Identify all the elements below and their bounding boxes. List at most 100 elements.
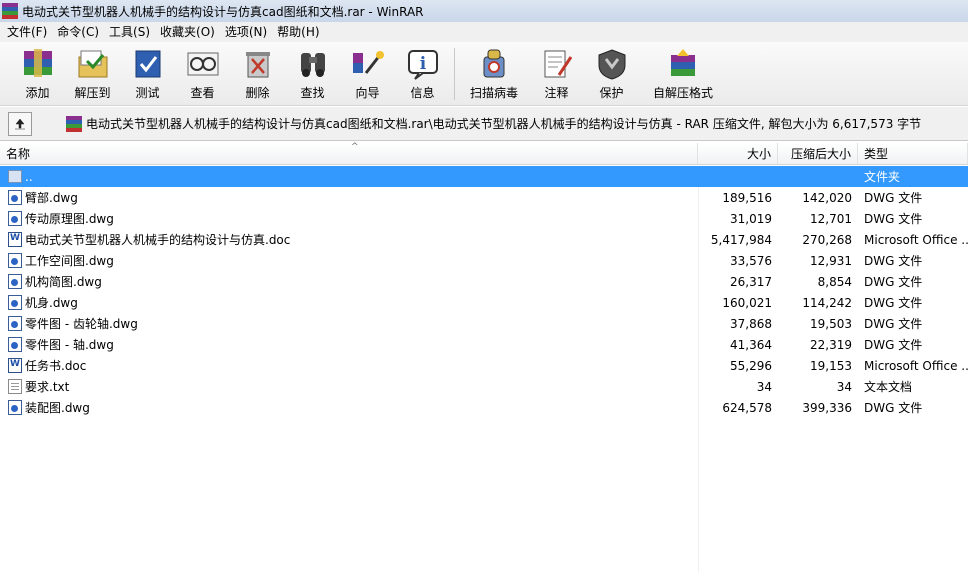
virus-scan-label: 扫描病毒	[469, 86, 518, 100]
file-size: 189,516	[722, 190, 772, 205]
column-header-type[interactable]: 类型	[858, 143, 968, 165]
file-name: 要求.txt	[25, 380, 70, 394]
file-row[interactable]: 机构简图.dwg 26,317 8,854 DWG 文件	[0, 271, 968, 292]
file-name-cell: 臂部.dwg	[0, 189, 698, 206]
view-button[interactable]: 查看	[175, 42, 230, 102]
file-packed-size: 8,854	[817, 274, 852, 289]
column-size-label: 大小	[746, 147, 771, 161]
file-type: Microsoft Office ...	[864, 358, 968, 373]
file-name-cell: 零件图 - 齿轮轴.dwg	[0, 315, 698, 332]
menu-favorites[interactable]: 收藏夹(O)	[155, 22, 220, 42]
column-header-name[interactable]: 名称 ^	[0, 142, 698, 165]
menu-bar: 文件(F) 命令(C) 工具(S) 收藏夹(O) 选项(N) 帮助(H)	[0, 22, 968, 42]
file-row[interactable]: 零件图 - 轴.dwg 41,364 22,319 DWG 文件	[0, 334, 968, 355]
file-row[interactable]: 零件图 - 齿轮轴.dwg 37,868 19,503 DWG 文件	[0, 313, 968, 334]
file-name-cell: 任务书.doc	[0, 357, 698, 374]
menu-help[interactable]: 帮助(H)	[272, 22, 324, 42]
file-name: 机身.dwg	[25, 296, 78, 310]
column-packed-label: 压缩后大小	[790, 147, 851, 161]
sfx-label: 自解压格式	[652, 86, 713, 100]
file-packed-size: 114,242	[802, 295, 852, 310]
menu-tools[interactable]: 工具(S)	[104, 22, 155, 42]
file-name-cell: 机身.dwg	[0, 294, 698, 311]
delete-button[interactable]: 删除	[230, 42, 285, 102]
toolbar-separator	[454, 48, 455, 100]
file-row[interactable]: 要求.txt 34 34 文本文档	[0, 376, 968, 397]
file-name: 机构简图.dwg	[25, 275, 102, 289]
dwg-file-icon	[8, 295, 22, 310]
sfx-icon	[664, 46, 702, 82]
wizard-button[interactable]: 向导	[340, 42, 395, 102]
up-folder-button[interactable]	[8, 111, 32, 136]
virus-scan-button[interactable]: 扫描病毒	[459, 42, 529, 102]
file-type: 文本文档	[864, 380, 913, 394]
extract-to-button[interactable]: 解压到	[65, 42, 120, 102]
file-row[interactable]: 任务书.doc 55,296 19,153 Microsoft Office ...	[0, 355, 968, 376]
view-icon	[184, 46, 222, 82]
file-type: DWG 文件	[864, 338, 923, 352]
file-row[interactable]: 传动原理图.dwg 31,019 12,701 DWG 文件	[0, 208, 968, 229]
file-packed-size: 399,336	[802, 400, 852, 415]
file-type: DWG 文件	[864, 296, 923, 310]
menu-options[interactable]: 选项(N)	[220, 22, 272, 42]
find-button[interactable]: 查找	[285, 42, 340, 102]
file-name-cell: 传动原理图.dwg	[0, 210, 698, 227]
file-type: DWG 文件	[864, 275, 923, 289]
menu-commands[interactable]: 命令(C)	[52, 22, 104, 42]
file-row[interactable]: 臂部.dwg 189,516 142,020 DWG 文件	[0, 187, 968, 208]
delete-icon	[239, 46, 277, 82]
file-name-cell: ..	[0, 170, 698, 184]
file-size: 31,019	[730, 211, 772, 226]
add-archive-icon	[19, 46, 57, 82]
protect-icon	[593, 46, 631, 82]
file-name-cell: 要求.txt	[0, 378, 698, 395]
comment-button[interactable]: 注释	[529, 42, 584, 102]
file-name: 臂部.dwg	[25, 191, 78, 205]
address-bar: 电动式关节型机器人机械手的结构设计与仿真cad图纸和文档.rar\电动式关节型机…	[0, 107, 968, 141]
file-type: 文件夹	[864, 170, 901, 184]
test-icon	[129, 46, 167, 82]
file-size: 624,578	[722, 400, 772, 415]
address-field[interactable]: 电动式关节型机器人机械手的结构设计与仿真cad图纸和文档.rar\电动式关节型机…	[40, 111, 968, 136]
file-row[interactable]: 机身.dwg 160,021 114,242 DWG 文件	[0, 292, 968, 313]
file-size: 41,364	[730, 337, 772, 352]
find-label: 查找	[300, 86, 325, 100]
file-row[interactable]: 装配图.dwg 624,578 399,336 DWG 文件	[0, 397, 968, 418]
wizard-label: 向导	[355, 86, 380, 100]
info-icon: i	[404, 46, 442, 82]
column-header-size[interactable]: 大小	[698, 143, 778, 165]
test-button[interactable]: 测试	[120, 42, 175, 102]
file-rows: .. 文件夹臂部.dwg 189,516 142,020 DWG 文件 传动原理图.dwg…	[0, 166, 968, 418]
winrar-app-icon[interactable]	[2, 3, 18, 19]
view-label: 查看	[190, 86, 215, 100]
toolbar: 添加 解压到 测试 查看 删除 查找 向导 i 信息 扫描病毒 注释 保护 自解…	[0, 42, 968, 106]
dwg-file-icon	[8, 316, 22, 331]
file-size: 26,317	[730, 274, 772, 289]
add-button[interactable]: 添加	[10, 42, 65, 102]
dwg-file-icon	[8, 400, 22, 415]
menu-file[interactable]: 文件(F)	[2, 22, 52, 42]
file-packed-size: 12,701	[810, 211, 852, 226]
file-size: 34	[756, 379, 772, 394]
doc-file-icon	[8, 358, 22, 373]
info-label: 信息	[410, 86, 435, 100]
window-title: 电动式关节型机器人机械手的结构设计与仿真cad图纸和文档.rar - WinRA…	[22, 4, 424, 19]
column-type-label: 类型	[864, 147, 889, 161]
file-packed-size: 34	[836, 379, 852, 394]
sfx-button[interactable]: 自解压格式	[639, 42, 727, 102]
file-row[interactable]: .. 文件夹	[0, 166, 968, 187]
file-name: 任务书.doc	[25, 359, 87, 373]
doc-file-icon	[8, 232, 22, 247]
info-button[interactable]: i 信息	[395, 42, 450, 102]
column-header-packed[interactable]: 压缩后大小	[778, 143, 858, 165]
file-name: 零件图 - 齿轮轴.dwg	[25, 317, 138, 331]
protect-button[interactable]: 保护	[584, 42, 639, 102]
extract-to-icon	[74, 46, 112, 82]
file-name-cell: 零件图 - 轴.dwg	[0, 336, 698, 353]
file-size: 5,417,984	[710, 232, 772, 247]
file-packed-size: 142,020	[802, 190, 852, 205]
file-row[interactable]: 工作空间图.dwg 33,576 12,931 DWG 文件	[0, 250, 968, 271]
find-icon	[294, 46, 332, 82]
file-row[interactable]: 电动式关节型机器人机械手的结构设计与仿真.doc 5,417,984 270,268…	[0, 229, 968, 250]
delete-label: 删除	[245, 86, 270, 100]
